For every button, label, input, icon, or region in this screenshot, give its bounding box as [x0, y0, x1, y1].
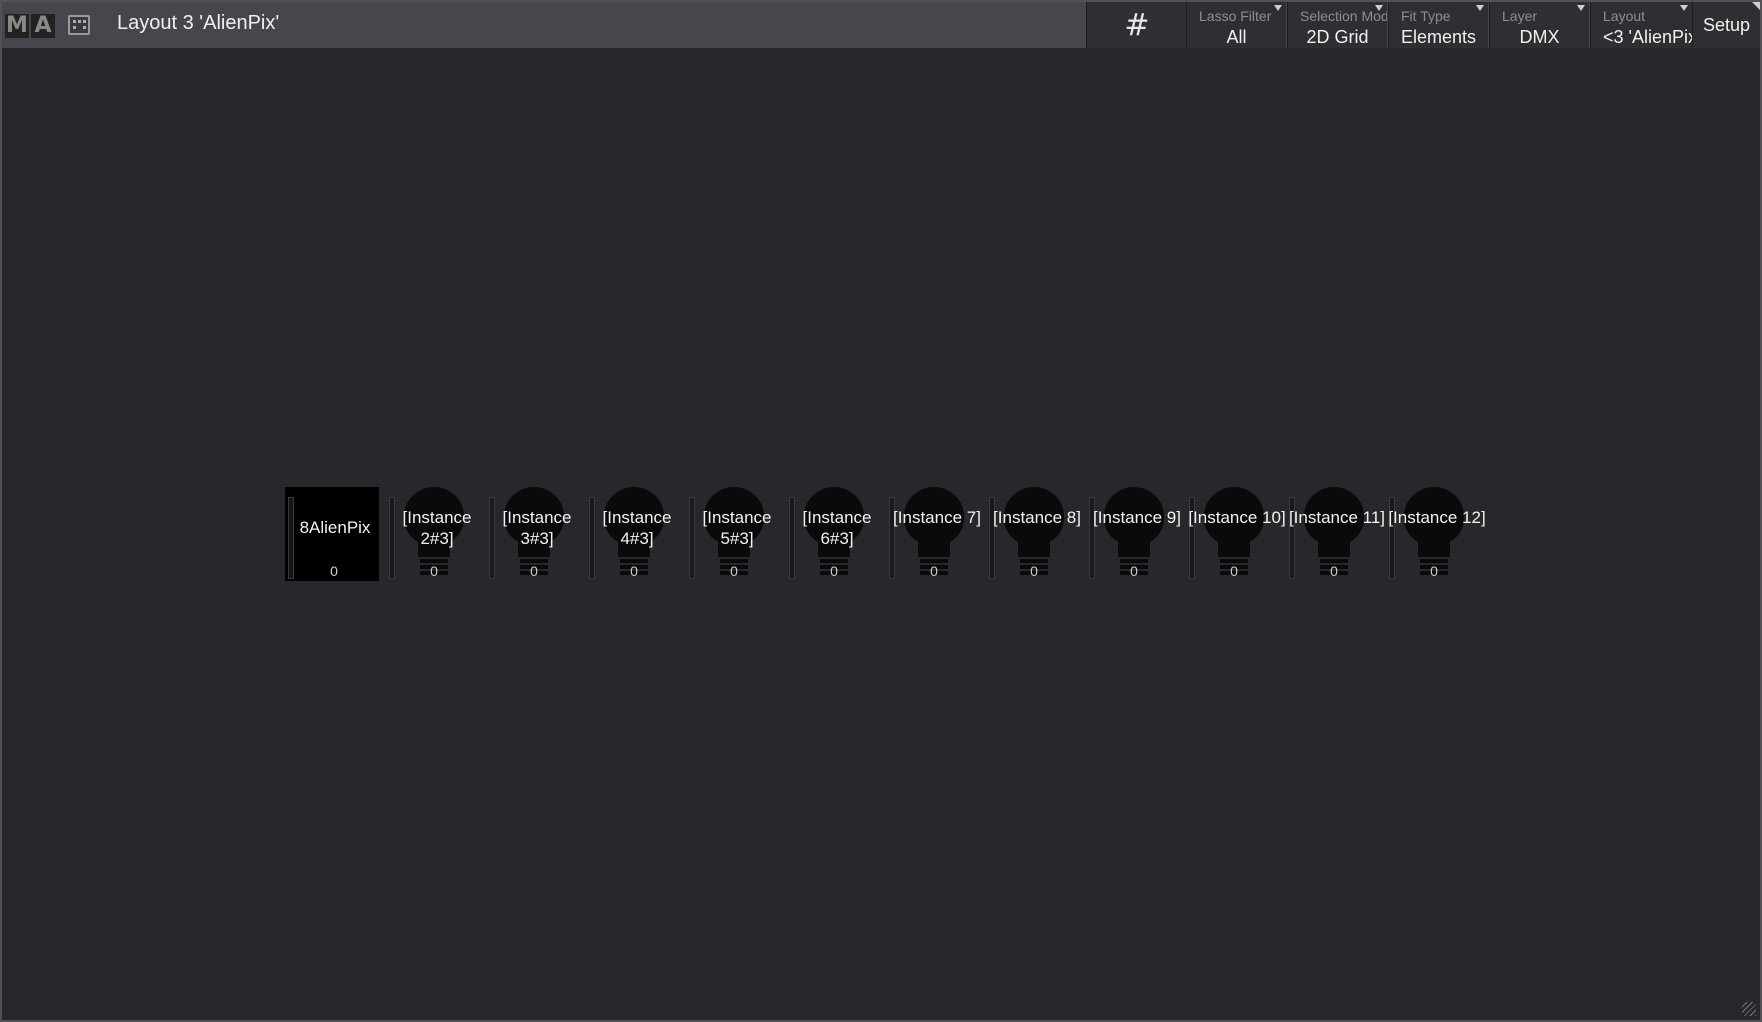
lasso-filter-label: Lasso Filter: [1199, 8, 1272, 24]
fixture-6[interactable]: [Instance 6#3] 0: [785, 487, 879, 581]
bulb-neck: [918, 535, 950, 557]
window-title: Layout 3 'AlienPix': [117, 12, 280, 34]
fit-type-label: Fit Type: [1401, 8, 1451, 24]
bulb-neck: [1318, 535, 1350, 557]
fixture-name: [Instance 7]: [893, 508, 981, 527]
logo-letter-a: A: [31, 14, 55, 38]
layer-control[interactable]: Layer DMX: [1489, 2, 1589, 48]
fixture-level: 0: [1330, 563, 1338, 579]
selection-mode-label: Selection Mod: [1300, 8, 1387, 24]
layout-window: M A Layout 3 'AlienPix' # Lasso Filter A…: [0, 0, 1762, 1022]
fixture-level: 0: [1430, 563, 1438, 579]
fixture-name: [Instance 6#3]: [802, 508, 872, 548]
fixture-level: 0: [1130, 563, 1138, 579]
fixture-level: 0: [430, 563, 438, 579]
setup-button[interactable]: Setup: [1692, 2, 1760, 48]
fixture-name: [Instance 2#3]: [402, 508, 472, 548]
fixture-2[interactable]: [Instance 2#3] 0: [385, 487, 479, 581]
fixture-name: 8AlienPix: [299, 518, 371, 537]
selection-mode-control[interactable]: Selection Mod 2D Grid: [1287, 2, 1387, 48]
fixture-name: [Instance 8]: [993, 508, 1081, 527]
fixture-name: [Instance 3#3]: [502, 508, 572, 548]
fixture-level: 0: [1030, 563, 1038, 579]
lasso-filter-value: All: [1226, 27, 1247, 47]
fixture-9[interactable]: [Instance 9] 0: [1085, 487, 1181, 581]
fixture-name: [Instance 11]: [1288, 508, 1386, 527]
fixture-10[interactable]: [Instance 10] 0: [1185, 487, 1286, 581]
dropdown-caret-icon: [1375, 5, 1383, 11]
fixture-name: [Instance 12]: [1388, 508, 1486, 527]
fixture-level: 0: [530, 563, 538, 579]
bulb-neck: [1418, 535, 1450, 557]
fixture-level: 0: [330, 563, 338, 579]
fixture-4[interactable]: [Instance 4#3] 0: [585, 487, 679, 581]
fixture-level: 0: [730, 563, 738, 579]
logo-letter-m: M: [5, 13, 29, 38]
fixture-1[interactable]: 8AlienPix 0: [285, 487, 379, 581]
lasso-filter-control[interactable]: Lasso Filter All: [1186, 2, 1286, 48]
fixture-level: 0: [630, 563, 638, 579]
fixture-11[interactable]: [Instance 11] 0: [1285, 487, 1385, 581]
dropdown-caret-icon: [1476, 5, 1484, 11]
corner-indicator-icon: [1752, 2, 1760, 10]
fixture-name: [Instance 4#3]: [602, 508, 672, 548]
layout-label: Layout: [1603, 8, 1646, 24]
dropdown-caret-icon: [1680, 5, 1688, 11]
bulb-neck: [1218, 535, 1250, 557]
dropdown-caret-icon: [1577, 5, 1585, 11]
layer-value: DMX: [1519, 27, 1560, 47]
layer-label: Layer: [1502, 8, 1538, 24]
bulb-neck: [1018, 535, 1050, 557]
dropdown-caret-icon: [1274, 5, 1282, 11]
fixture-level: 0: [1230, 563, 1238, 579]
fixture-8[interactable]: [Instance 8] 0: [985, 487, 1081, 581]
fixture-name: [Instance 5#3]: [702, 508, 772, 548]
fixture-level: 0: [830, 563, 838, 579]
fixture-7[interactable]: [Instance 7] 0: [885, 487, 981, 581]
layout-value: <3 'AlienPix: [1603, 27, 1692, 47]
fixture-12[interactable]: [Instance 12] 0: [1385, 487, 1486, 581]
fixture-name: [Instance 10]: [1188, 508, 1286, 527]
fit-type-value: Elements: [1400, 27, 1477, 47]
fixture-name: [Instance 9]: [1093, 508, 1181, 527]
selection-mode-value: 2D Grid: [1306, 27, 1369, 47]
resize-grip-icon[interactable]: [1742, 1002, 1756, 1016]
title-bar: M A Layout 3 'AlienPix' # Lasso Filter A…: [2, 2, 1760, 48]
fit-type-control[interactable]: Fit Type Elements: [1388, 2, 1488, 48]
bulb-neck: [1118, 535, 1150, 557]
grid-icon: #: [1124, 7, 1150, 43]
fixture-5[interactable]: [Instance 5#3] 0: [685, 487, 779, 581]
layout-control[interactable]: Layout <3 'AlienPix: [1590, 2, 1692, 48]
grid-toggle-button[interactable]: #: [1086, 2, 1187, 48]
ma-logo[interactable]: M A: [5, 14, 55, 38]
fixture-3[interactable]: [Instance 3#3] 0: [485, 487, 579, 581]
fixture-level: 0: [930, 563, 938, 579]
view-icon[interactable]: [68, 15, 90, 35]
setup-label: Setup: [1702, 14, 1751, 35]
